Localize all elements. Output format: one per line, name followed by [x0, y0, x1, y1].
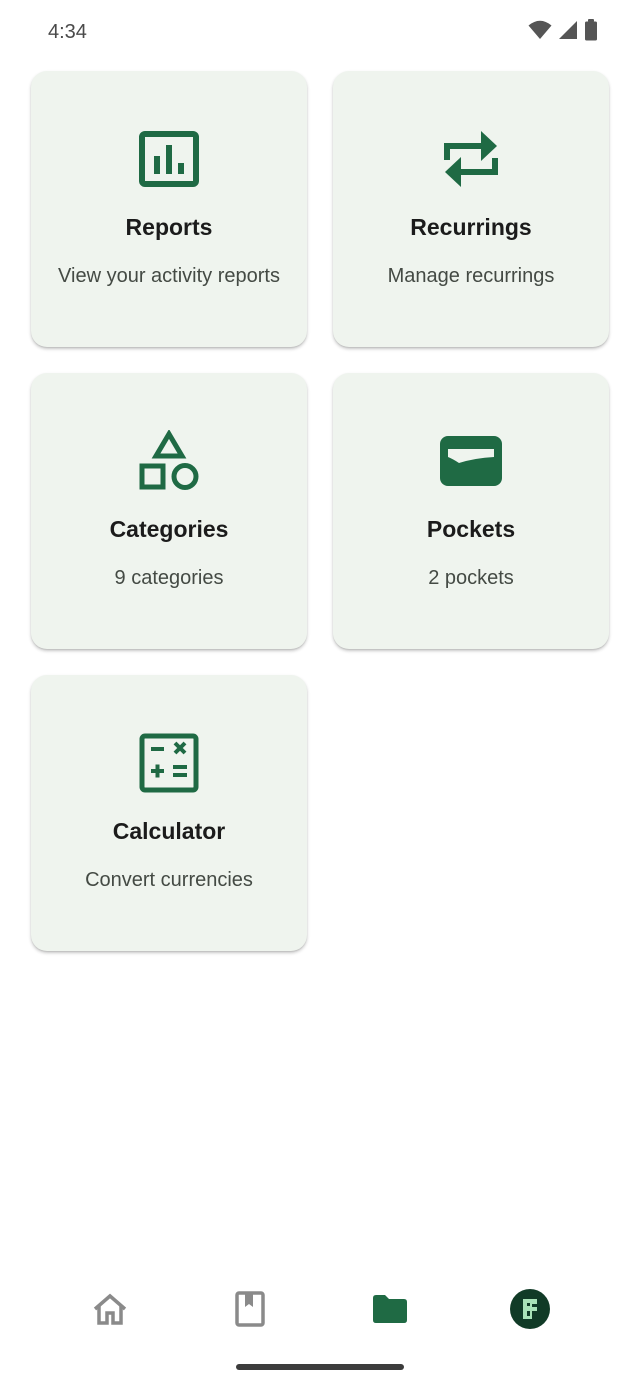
nav-folder[interactable] — [350, 1279, 430, 1343]
feature-grid: Reports View your activity reports Recur… — [31, 71, 609, 951]
calculator-card[interactable]: Calculator Convert currencies — [31, 675, 307, 951]
categories-card[interactable]: Categories 9 categories — [31, 373, 307, 649]
shapes-icon — [136, 428, 202, 494]
bar-chart-icon — [136, 126, 202, 192]
nav-profile[interactable] — [490, 1279, 570, 1343]
nav-home[interactable] — [70, 1279, 150, 1343]
book-icon — [235, 1290, 265, 1332]
calculator-icon — [136, 730, 202, 796]
reports-subtitle: View your activity reports — [58, 265, 280, 287]
home-icon — [91, 1292, 129, 1331]
battery-icon — [584, 18, 598, 46]
categories-title: Categories — [109, 516, 229, 542]
home-indicator[interactable] — [236, 1364, 404, 1370]
status-bar: 4:34 — [0, 0, 640, 64]
pockets-subtitle: 2 pockets — [428, 567, 514, 589]
recurrings-card[interactable]: Recurrings Manage recurrings — [333, 71, 609, 347]
reports-card[interactable]: Reports View your activity reports — [31, 71, 307, 347]
pockets-title: Pockets — [426, 516, 516, 542]
wallet-icon — [438, 428, 504, 494]
cellular-signal-icon — [558, 20, 578, 45]
recurrings-subtitle: Manage recurrings — [387, 265, 555, 287]
recurrings-title: Recurrings — [410, 214, 532, 240]
reports-title: Reports — [125, 214, 213, 240]
calculator-subtitle: Convert currencies — [85, 869, 253, 891]
pockets-card[interactable]: Pockets 2 pockets — [333, 373, 609, 649]
nav-bookmarks[interactable] — [210, 1279, 290, 1343]
folder-icon — [372, 1294, 408, 1329]
repeat-icon — [438, 126, 504, 192]
avatar-icon — [510, 1288, 550, 1334]
bottom-navigation — [0, 1268, 640, 1354]
wifi-icon — [528, 20, 552, 45]
status-time: 4:34 — [48, 20, 87, 43]
calculator-title: Calculator — [112, 818, 226, 844]
categories-subtitle: 9 categories — [114, 567, 224, 589]
status-icons — [528, 18, 598, 46]
